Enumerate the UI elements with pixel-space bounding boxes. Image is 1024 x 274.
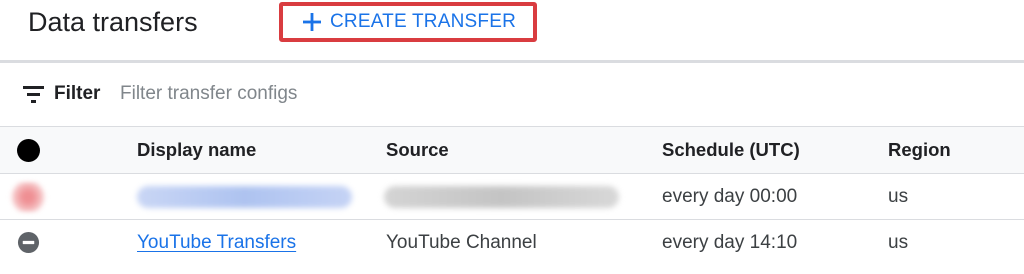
- page-title: Data transfers: [28, 7, 198, 37]
- row-schedule: every day 00:00: [662, 185, 798, 207]
- display-name-link[interactable]: YouTube Transfers: [137, 232, 296, 254]
- row-source: YouTube Channel: [386, 231, 537, 253]
- row-schedule: every day 14:10: [662, 231, 798, 253]
- column-header-schedule[interactable]: Schedule (UTC): [662, 127, 872, 173]
- column-header-region[interactable]: Region: [888, 127, 1008, 173]
- redacted-source: [384, 185, 619, 208]
- error-status-icon: [9, 181, 47, 212]
- status-filled-circle-icon: [17, 138, 40, 162]
- transfer-configs-table: Display name Source Schedule (UTC) Regio…: [0, 126, 1024, 265]
- redacted-name: [137, 185, 352, 208]
- filter-list-icon[interactable]: [23, 86, 44, 103]
- table-header-row: Display name Source Schedule (UTC) Regio…: [0, 126, 1024, 173]
- plus-icon: [303, 13, 321, 31]
- status-column-header[interactable]: [17, 127, 57, 173]
- row-region: us: [888, 231, 909, 253]
- paused-status-icon: [17, 231, 40, 254]
- create-transfer-label: CREATE TRANSFER: [330, 11, 516, 32]
- row-display-name: YouTube Transfers: [137, 220, 377, 265]
- row-status: [17, 220, 57, 265]
- table-row: YouTube Transfers YouTube Channel every …: [0, 219, 1024, 265]
- row-status: [9, 174, 57, 219]
- page-header: Data transfers CREATE TRANSFER: [0, 0, 1024, 60]
- filter-bar: Filter: [0, 63, 1024, 126]
- column-header-source[interactable]: Source: [386, 127, 646, 173]
- table-row: every day 00:00 us: [0, 173, 1024, 219]
- filter-label: Filter: [54, 83, 101, 104]
- row-display-name-redacted[interactable]: [137, 174, 377, 219]
- create-transfer-button[interactable]: CREATE TRANSFER: [286, 8, 530, 36]
- filter-input[interactable]: [114, 77, 994, 111]
- column-header-display-name[interactable]: Display name: [137, 127, 377, 173]
- row-region: us: [888, 185, 909, 207]
- row-source-redacted: [384, 174, 646, 219]
